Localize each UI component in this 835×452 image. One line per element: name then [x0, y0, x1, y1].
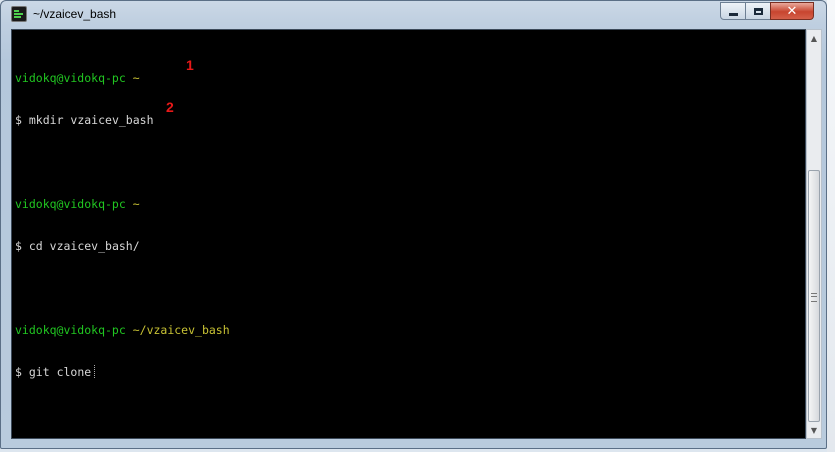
user-host: vidokq@vidokq-pc: [15, 71, 126, 85]
arrow-down-icon: ▼: [810, 425, 818, 435]
command-line-3[interactable]: $ git clone: [15, 365, 230, 379]
command-text: cd vzaicev_bash/: [28, 239, 140, 253]
prompt-header-2: vidokq@vidokq-pc ~: [15, 197, 230, 211]
command-text: git clone: [28, 365, 92, 379]
current-path: ~: [132, 197, 140, 211]
scroll-up-button[interactable]: ▲: [807, 30, 821, 46]
arrow-up-icon: ▲: [810, 33, 818, 43]
close-button[interactable]: ✕: [770, 2, 814, 20]
command-line-2: $ cd vzaicev_bash/: [15, 239, 230, 253]
current-path: ~/vzaicev_bash: [132, 323, 230, 337]
user-host: vidokq@vidokq-pc: [15, 197, 126, 211]
terminal-output[interactable]: vidokq@vidokq-pc ~ $ mkdir vzaicev_bash …: [11, 29, 806, 439]
prompt-symbol: $: [15, 239, 22, 253]
window-title: ~/vzaicev_bash: [33, 7, 117, 21]
desktop-background: [827, 0, 835, 452]
terminal-icon[interactable]: [11, 6, 27, 22]
annotation-1: 1: [186, 57, 194, 73]
maximize-icon: [753, 7, 763, 15]
close-icon: ✕: [786, 3, 798, 19]
command-text: mkdir vzaicev_bash: [28, 113, 154, 127]
maximize-button[interactable]: [745, 2, 771, 20]
prompt-header-1: vidokq@vidokq-pc ~: [15, 71, 230, 85]
scrollbar-thumb[interactable]: [808, 170, 820, 422]
grip-icon: [811, 293, 817, 302]
prompt-header-3: vidokq@vidokq-pc ~/vzaicev_bash: [15, 323, 230, 337]
minimize-button[interactable]: [720, 2, 746, 20]
annotation-2: 2: [166, 99, 174, 115]
user-host: vidokq@vidokq-pc: [15, 323, 126, 337]
vertical-scrollbar[interactable]: ▲ ▼: [806, 29, 822, 439]
terminal-window: ~/vzaicev_bash ✕ vidokq@vidokq-pc ~ $ mk…: [0, 0, 827, 449]
title-bar[interactable]: ~/vzaicev_bash ✕: [1, 1, 826, 29]
scroll-down-button[interactable]: ▼: [807, 422, 821, 438]
prompt-symbol: $: [15, 113, 22, 127]
prompt-symbol: $: [15, 365, 22, 379]
current-path: ~: [132, 71, 140, 85]
text-cursor: [94, 365, 96, 378]
minimize-icon: [728, 12, 738, 16]
command-line-1: $ mkdir vzaicev_bash: [15, 113, 230, 127]
